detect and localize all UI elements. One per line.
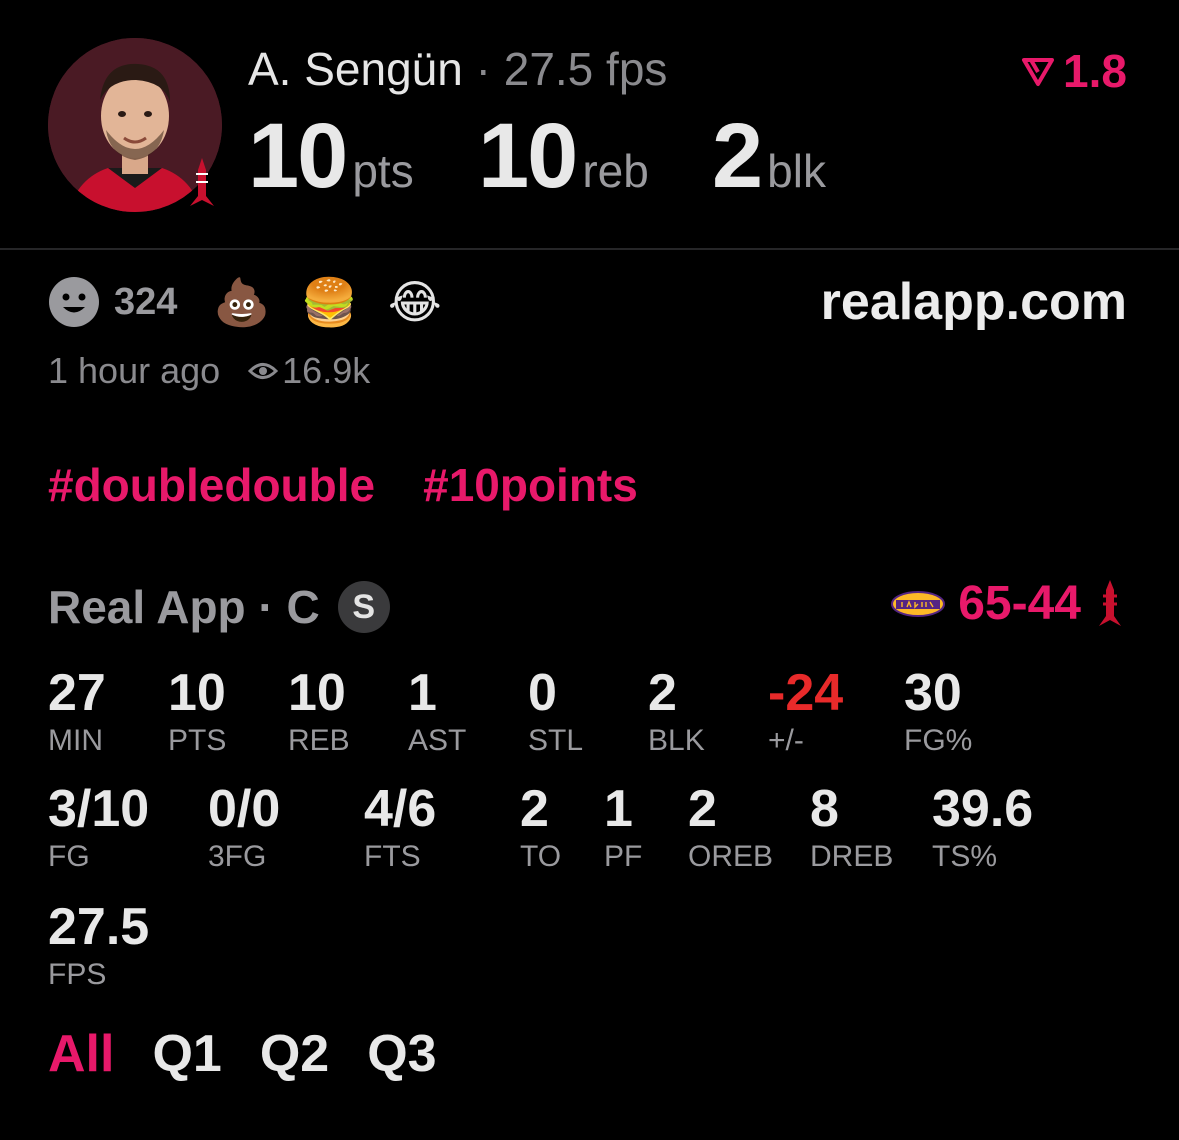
rockets-logo-icon	[182, 156, 222, 210]
reactions-bar: 324 💩 🍔 😂	[48, 276, 472, 328]
stat-label: MIN	[48, 724, 103, 757]
box-stat-blk: 2 BLK	[648, 664, 705, 758]
player-fps: 27.5 fps	[503, 43, 668, 95]
stat-label: FPS	[48, 958, 107, 991]
league-line: Real App · C S	[48, 580, 390, 634]
box-stat-to: 2 TO	[520, 780, 561, 874]
stat-value: 2	[688, 780, 717, 838]
stat-label: 3FG	[208, 840, 267, 873]
stat-value: 10	[288, 664, 346, 722]
stat-label: TO	[520, 840, 562, 873]
hashtag-link[interactable]: #10points	[423, 459, 638, 511]
sport-badge: S	[337, 581, 390, 633]
box-stat-dreb: 8 DREB	[810, 780, 893, 874]
box-stat-3fg: 0/0 3FG	[208, 780, 280, 874]
boost-indicator[interactable]: 1.8	[1021, 44, 1127, 98]
stat-label: STL	[528, 724, 584, 757]
top-stat-unit: reb	[582, 145, 649, 197]
top-stat-unit: pts	[352, 145, 414, 197]
box-stat-stl: 0 STL	[528, 664, 583, 758]
stat-label: FG	[48, 840, 90, 873]
stat-value: 8	[810, 780, 839, 838]
stat-value: 0/0	[208, 780, 281, 838]
stat-label: AST	[408, 724, 467, 757]
reaction-count: 324	[114, 280, 178, 323]
score-right: 44	[1027, 577, 1081, 630]
stat-value: 39.6	[932, 780, 1034, 838]
stat-label: FG%	[904, 724, 973, 757]
stat-value: 3/10	[48, 780, 150, 838]
stat-value: 1	[604, 780, 633, 838]
stat-value: -24	[768, 664, 844, 722]
top-stat-value: 10	[478, 105, 578, 207]
laughing-emoji-icon[interactable]: 😂	[388, 276, 442, 328]
stat-label: REB	[288, 724, 350, 757]
stat-label: PTS	[168, 724, 227, 757]
game-score[interactable]: 65-44	[890, 576, 1127, 631]
box-stat-ast: 1 AST	[408, 664, 466, 758]
stat-value: 10	[168, 664, 226, 722]
top-stat-unit: blk	[767, 145, 826, 197]
player-header: A. Sengün · 27.5 fps	[248, 42, 667, 96]
box-stat-plus-minus: -24 +/-	[768, 664, 843, 758]
stat-value: 4/6	[364, 780, 437, 838]
stat-value: 1	[408, 664, 437, 722]
site-link[interactable]: realapp.com	[821, 272, 1127, 332]
rockets-logo-icon	[1099, 579, 1121, 626]
top-stat-reb: 10 reb	[478, 104, 649, 209]
stat-value: 30	[904, 664, 962, 722]
box-stat-oreb: 2 OREB	[688, 780, 773, 874]
stat-label: BLK	[648, 724, 705, 757]
tab-q3[interactable]: Q3	[367, 1025, 436, 1083]
box-stat-fts: 4/6 FTS	[364, 780, 436, 874]
stat-value: 2	[520, 780, 549, 838]
view-count: 16.9k	[282, 350, 371, 391]
divider	[0, 248, 1179, 250]
stat-label: OREB	[688, 840, 774, 873]
stat-label: FTS	[364, 840, 421, 873]
top-stat-value: 10	[248, 105, 348, 207]
player-name[interactable]: A. Sengün	[248, 43, 463, 95]
poop-emoji-icon[interactable]: 💩	[213, 276, 270, 328]
score-left: 65	[958, 577, 1012, 630]
stat-value: 27	[48, 664, 106, 722]
stat-value: 27.5	[48, 898, 150, 956]
boost-arrow-icon	[1022, 58, 1055, 86]
box-stat-pf: 1 PF	[604, 780, 642, 874]
tab-q1[interactable]: Q1	[152, 1025, 221, 1083]
top-stat-value: 2	[712, 105, 763, 207]
tab-q2[interactable]: Q2	[260, 1025, 329, 1083]
top-stat-pts: 10 pts	[248, 104, 414, 209]
box-stat-ts-pct: 39.6 TS%	[932, 780, 1033, 874]
tab-all[interactable]: All	[48, 1025, 114, 1083]
smiley-icon[interactable]	[48, 276, 100, 328]
post-meta: 1 hour ago 16.9k	[48, 350, 370, 392]
stat-label: +/-	[768, 724, 804, 757]
period-tabs: All Q1 Q2 Q3	[48, 1024, 475, 1084]
stat-label: TS%	[932, 840, 998, 873]
box-stat-fps: 27.5 FPS	[48, 898, 149, 992]
box-stat-fg: 3/10 FG	[48, 780, 149, 874]
box-stat-reb: 10 REB	[288, 664, 350, 758]
stat-value: 2	[648, 664, 677, 722]
top-stat-blk: 2 blk	[712, 104, 826, 209]
hashtags: #doubledouble #10points	[48, 458, 638, 512]
timestamp: 1 hour ago	[48, 350, 221, 391]
stat-label: DREB	[810, 840, 894, 873]
lakers-logo-icon	[891, 590, 946, 617]
boost-value: 1.8	[1063, 45, 1127, 97]
box-stat-pts: 10 PTS	[168, 664, 226, 758]
stat-value: 0	[528, 664, 557, 722]
box-stat-fg-pct: 30 FG%	[904, 664, 972, 758]
eye-icon	[248, 363, 279, 379]
score-dash: -	[1011, 577, 1028, 630]
box-stat-min: 27 MIN	[48, 664, 106, 758]
stat-label: PF	[604, 840, 643, 873]
separator-dot: ·	[475, 43, 491, 95]
league-label[interactable]: Real App · C	[48, 580, 320, 634]
hashtag-link[interactable]: #doubledouble	[48, 459, 375, 511]
burger-emoji-icon[interactable]: 🍔	[301, 276, 358, 328]
